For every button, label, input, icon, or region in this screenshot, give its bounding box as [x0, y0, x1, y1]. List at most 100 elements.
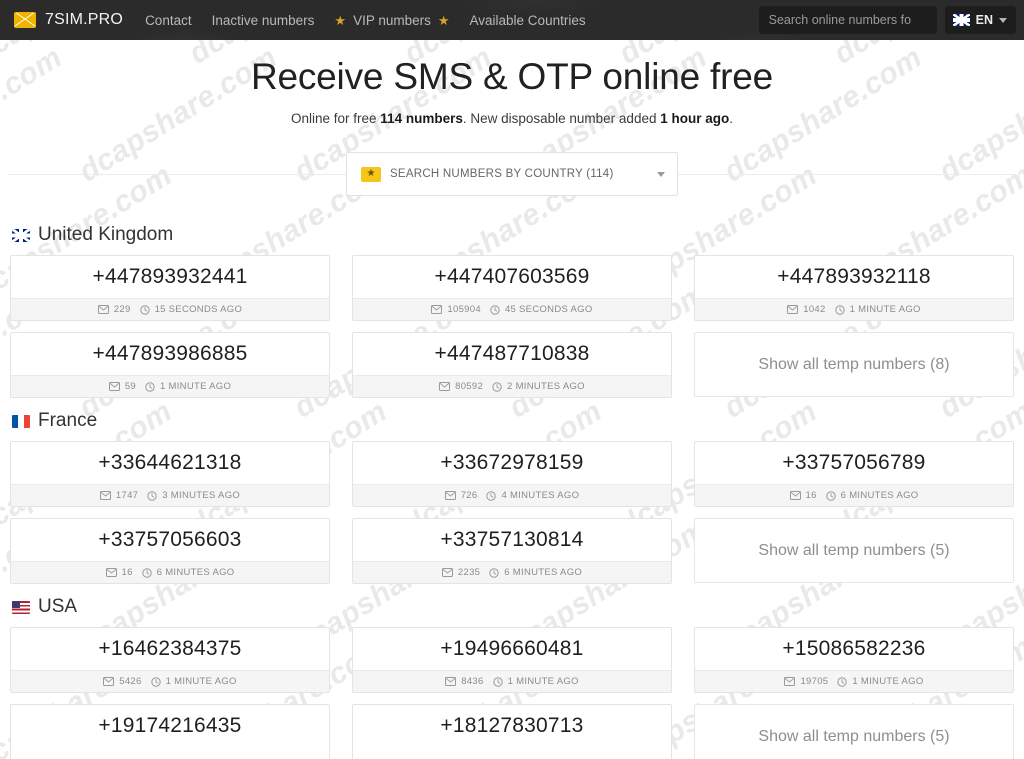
- number-card-grid: +33644621318 1747 3 MINUTES AGO +3367297815…: [10, 441, 1014, 585]
- country-header: USA: [10, 596, 1014, 618]
- sms-count: 16: [805, 490, 817, 502]
- number-card-body: +33644621318: [11, 442, 329, 484]
- number-card-body: +447893986885: [11, 333, 329, 375]
- number-card[interactable]: +33672978159 726 4 MINUTES AGO: [352, 441, 672, 508]
- sms-count-meta: 229: [97, 304, 131, 316]
- phone-number: +33757130814: [440, 528, 584, 552]
- sms-count-meta: 5426: [103, 676, 141, 687]
- number-card[interactable]: +19174216435: [10, 704, 330, 759]
- nav-link-available-countries[interactable]: Available Countries: [470, 13, 586, 28]
- number-card-meta: 8436 1 MINUTE AGO: [353, 670, 671, 693]
- envelope-icon: [441, 568, 453, 578]
- last-added-time: 1 hour ago: [660, 111, 730, 127]
- last-received-time: 1 MINUTE AGO: [849, 304, 921, 316]
- last-received-meta: 15 SECONDS AGO: [139, 304, 243, 316]
- clock-icon: [486, 491, 497, 501]
- number-card[interactable]: +18127830713: [352, 704, 672, 759]
- number-card[interactable]: +33644621318 1747 3 MINUTES AGO: [10, 441, 330, 508]
- chevron-down-icon: [657, 171, 665, 177]
- country-block-fr: France +33644621318 1747 3 MINUTES AGO +3367…: [10, 410, 1014, 585]
- brand-name: 7SIM.PRO: [45, 11, 124, 28]
- number-card[interactable]: +33757130814 2235 6 MINUTES AGO: [352, 518, 672, 585]
- number-card[interactable]: +447893986885 59 1 MINUTE AGO: [10, 332, 330, 399]
- number-card-body: +15086582236: [695, 628, 1013, 670]
- number-card[interactable]: +33757056789 16 6 MINUTES AGO: [694, 441, 1014, 508]
- subtitle-text-3: .: [729, 111, 733, 127]
- number-card-body: +447487710838: [353, 333, 671, 375]
- last-received-time: 6 MINUTES AGO: [156, 567, 235, 579]
- number-card-meta: 59 1 MINUTE AGO: [11, 375, 329, 398]
- show-all-label: Show all temp numbers (5): [758, 541, 950, 559]
- uk-flag-icon: [952, 14, 970, 26]
- sms-count: 16: [121, 567, 133, 579]
- nav-link-label: VIP numbers: [353, 12, 431, 28]
- language-label: EN: [975, 13, 993, 27]
- nav-link-vip-numbers[interactable]: ★ VIP numbers ★: [334, 13, 449, 28]
- last-received-time: 6 MINUTES AGO: [840, 490, 919, 502]
- hero-section: Receive SMS & OTP online free Online for…: [0, 40, 1024, 126]
- nav-link-inactive-numbers[interactable]: Inactive numbers: [212, 13, 315, 28]
- number-card[interactable]: +447893932118 1042 1 MINUTE AGO: [694, 255, 1014, 322]
- top-navigation-bar: 7SIM.PRO Contact Inactive numbers ★ VIP …: [0, 0, 1024, 40]
- number-card-body: +447893932118: [695, 256, 1013, 298]
- phone-number: +16462384375: [98, 637, 242, 661]
- envelope-icon: [439, 382, 451, 392]
- clock-icon: [834, 305, 845, 315]
- phone-number: +33672978159: [440, 451, 584, 475]
- show-all-numbers-button[interactable]: Show all temp numbers (5): [694, 704, 1014, 759]
- number-card[interactable]: +447893932441 229 15 SECONDS AGO: [10, 255, 330, 322]
- brand-logo[interactable]: 7SIM.PRO: [14, 11, 123, 29]
- number-card-meta: 105904 45 SECONDS AGO: [353, 298, 671, 321]
- number-card-meta: 1042 1 MINUTE AGO: [695, 298, 1013, 321]
- number-card[interactable]: +16462384375 5426 1 MINUTE AGO: [10, 627, 330, 694]
- number-card[interactable]: +447487710838 80592 2 MINUTES AGO: [352, 332, 672, 399]
- show-all-numbers-button[interactable]: Show all temp numbers (8): [694, 332, 1014, 398]
- clock-icon: [492, 382, 502, 392]
- sms-count: 726: [460, 490, 478, 502]
- search-input[interactable]: [758, 6, 937, 34]
- phone-number: +19496660481: [440, 637, 584, 661]
- sms-count-meta: 8436: [445, 676, 483, 687]
- last-received-meta: 6 MINUTES AGO: [825, 490, 919, 502]
- phone-number: +447893932441: [92, 265, 248, 289]
- language-selector[interactable]: EN: [944, 6, 1016, 34]
- number-card-body: +447407603569: [353, 256, 671, 298]
- number-card-body: +33757130814: [353, 519, 671, 561]
- sms-count: 8436: [461, 676, 484, 688]
- number-card[interactable]: +33757056603 16 6 MINUTES AGO: [10, 518, 330, 585]
- phone-number: +15086582236: [782, 637, 926, 661]
- last-received-time: 15 SECONDS AGO: [154, 304, 243, 316]
- country-search-dropdown[interactable]: ★ SEARCH NUMBERS BY COUNTRY (114): [346, 152, 678, 197]
- number-card[interactable]: +19496660481 8436 1 MINUTE AGO: [352, 627, 672, 694]
- sms-count: 1042: [803, 304, 826, 316]
- phone-number: +447893932118: [777, 265, 931, 289]
- star-icon: ★: [334, 12, 347, 28]
- phone-number: +18127830713: [440, 714, 584, 738]
- clock-icon: [145, 382, 155, 392]
- clock-icon: [141, 568, 152, 578]
- sms-count-meta: 16: [789, 490, 817, 502]
- country-name: USA: [38, 596, 78, 618]
- show-all-numbers-button[interactable]: Show all temp numbers (5): [694, 518, 1014, 584]
- number-card-grid: +16462384375 5426 1 MINUTE AGO +19496660481…: [10, 627, 1014, 759]
- number-card[interactable]: +447407603569 105904 45 SECONDS AGO: [352, 255, 672, 322]
- sms-count-meta: 16: [105, 567, 133, 579]
- envelope-icon: [108, 382, 120, 392]
- nav-link-label: Contact: [145, 12, 192, 28]
- uk-flag-icon: [12, 228, 30, 242]
- sms-count: 229: [113, 304, 131, 316]
- number-card-body: +33672978159: [353, 442, 671, 484]
- chevron-down-icon: [999, 17, 1007, 23]
- phone-number: +33757056789: [782, 451, 926, 475]
- phone-number: +33644621318: [98, 451, 242, 475]
- envelope-icon: [444, 491, 456, 501]
- clock-icon: [490, 305, 500, 315]
- phone-number: +33757056603: [98, 528, 242, 552]
- sms-count: 80592: [455, 381, 484, 393]
- nav-link-contact[interactable]: Contact: [145, 13, 192, 28]
- country-select-label: SEARCH NUMBERS BY COUNTRY (114): [390, 168, 614, 181]
- country-block-us: USA +16462384375 5426 1 MINUTE AGO +19496660…: [10, 596, 1014, 759]
- star-icon: ★: [361, 166, 381, 182]
- clock-icon: [139, 305, 150, 315]
- number-card[interactable]: +15086582236 19705 1 MINUTE AGO: [694, 627, 1014, 694]
